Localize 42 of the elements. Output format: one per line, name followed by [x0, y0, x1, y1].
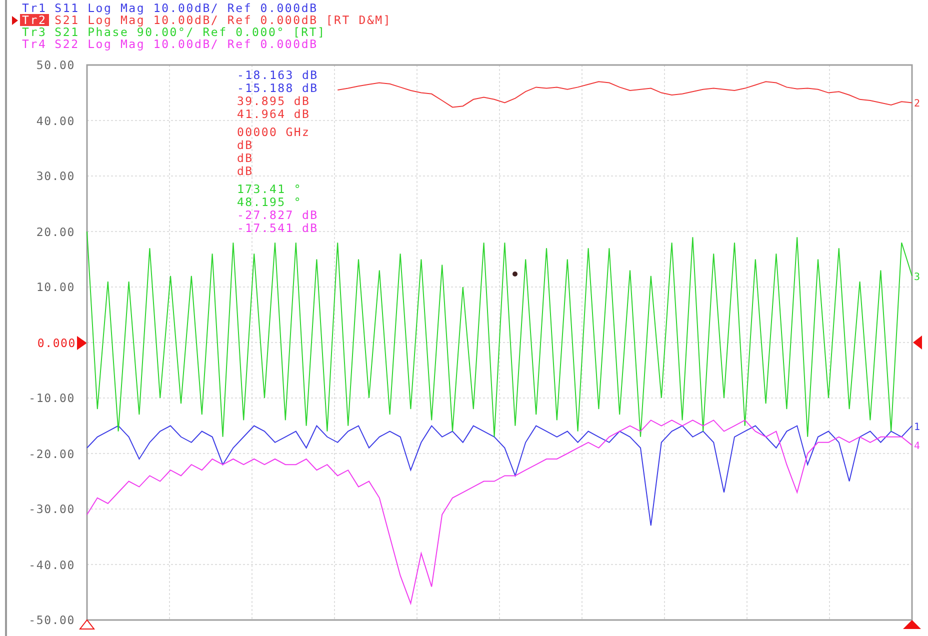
marker-readout: dB — [237, 165, 254, 178]
trace-end-label: 2 — [914, 98, 920, 110]
marker-readout: -18.163 dB — [237, 69, 318, 82]
trace-settings: S22 Log Mag 10.00dB/ Ref 0.000dB — [54, 37, 318, 51]
axis-tick-label: -40.00 — [28, 558, 75, 572]
marker-readout: -27.827 dB — [237, 209, 318, 222]
axis-tick-label: 40.00 — [36, 114, 75, 128]
axis-tick-label: 10.00 — [36, 280, 75, 294]
axis-tick-label: -10.00 — [28, 391, 75, 405]
marker-readout: 173.41 ° — [237, 183, 303, 196]
reference-marker-icon — [77, 336, 87, 350]
trace-end-label: 3 — [914, 272, 920, 283]
axis-tick-label: 0.000 — [37, 336, 76, 350]
start-marker-icon — [78, 619, 96, 630]
marker-readout: -17.541 dB — [237, 222, 318, 235]
axis-tick-label: -20.00 — [28, 446, 75, 460]
axis-tick-label: 50.00 — [36, 58, 75, 72]
marker-readout: 41.964 dB — [237, 108, 312, 121]
axis-tick-label: 20.00 — [36, 224, 75, 238]
trace-tag: [RT] — [292, 25, 326, 39]
trace-end-label: 4 — [914, 441, 920, 452]
dot-icon — [512, 272, 518, 276]
trace-settings: S21 Log Mag 10.00dB/ Ref 0.000dB — [54, 13, 318, 27]
trace-settings: S11 Log Mag 10.00dB/ Ref 0.000dB — [54, 1, 318, 15]
trace-name[interactable]: Tr3 — [20, 26, 49, 38]
trace-tag: [RT D&M] — [326, 13, 392, 27]
trace-name[interactable]: Tr2 — [20, 14, 49, 26]
axis-tick-label: -30.00 — [28, 502, 75, 516]
trace-name[interactable]: Tr1 — [20, 2, 49, 14]
stop-marker-icon — [903, 620, 921, 629]
trace-settings: S21 Phase 90.00°/ Ref 0.000° — [54, 25, 285, 39]
trace-end-label: 1 — [914, 422, 920, 433]
marker-readout: dB — [237, 152, 254, 165]
axis-tick-label: -50.00 — [28, 613, 75, 627]
trace-name[interactable]: Tr4 — [20, 38, 49, 50]
marker-readout: 48.195 ° — [237, 196, 302, 209]
marker-readout: dB — [237, 139, 254, 152]
reference-marker-icon — [913, 336, 922, 350]
marker-readout: 00000 GHz — [237, 126, 312, 139]
axis-tick-label: 30.00 — [36, 169, 75, 183]
marker-readout: 39.895 dB — [237, 95, 312, 108]
marker-readout: -15.188 dB — [237, 82, 318, 95]
